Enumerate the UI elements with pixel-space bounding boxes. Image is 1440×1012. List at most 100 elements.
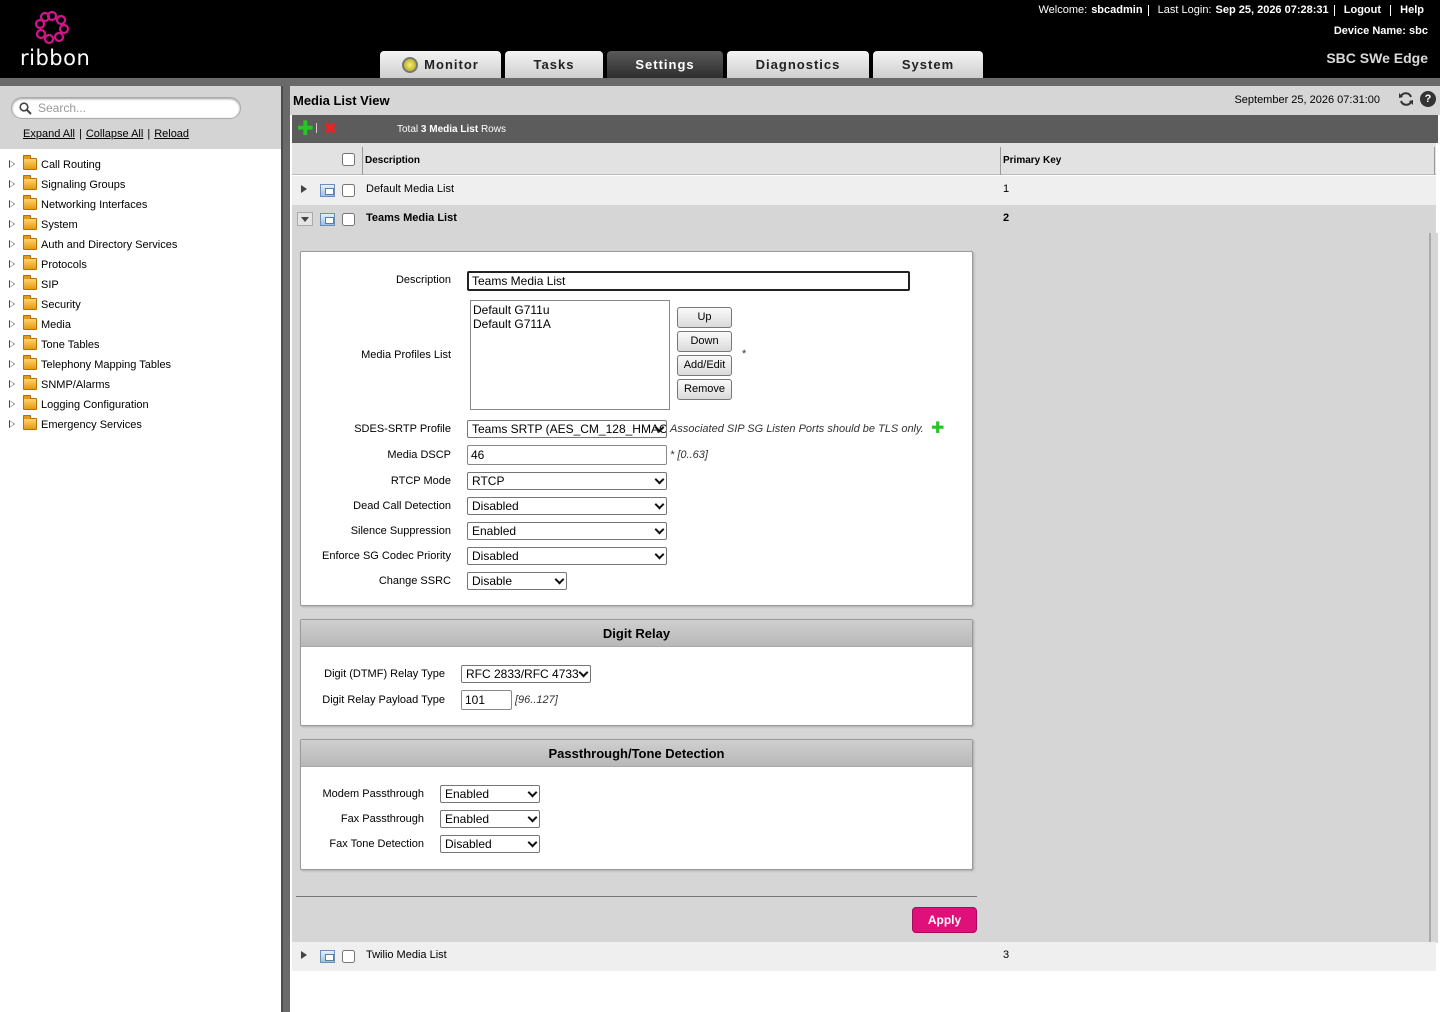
edit-row-icon[interactable] xyxy=(320,950,335,963)
change-ssrc-select[interactable]: Disable xyxy=(467,572,567,590)
edit-row-icon[interactable] xyxy=(320,184,335,197)
dead-call-detection-label: Dead Call Detection xyxy=(353,500,451,512)
expand-arrow-icon[interactable] xyxy=(9,160,15,168)
expand-arrow-icon[interactable] xyxy=(9,200,15,208)
fax-passthrough-select[interactable]: Enabled xyxy=(440,810,540,828)
logo-text: ribbon xyxy=(20,46,91,70)
expand-arrow-icon[interactable] xyxy=(9,260,15,268)
help-link[interactable]: Help xyxy=(1396,4,1428,16)
sidebar-item-label: System xyxy=(41,219,78,231)
folder-icon xyxy=(23,255,37,270)
sidebar-item-system[interactable]: System xyxy=(0,215,281,235)
expand-arrow-icon[interactable] xyxy=(9,180,15,188)
collapse-row-icon[interactable] xyxy=(297,212,313,226)
relay-payload-type-hint: [96..127] xyxy=(515,694,558,706)
sidebar-item-media[interactable]: Media xyxy=(0,315,281,335)
digit-relay-panel: Digit Relay Digit (DTMF) Relay Type RFC … xyxy=(300,619,973,726)
row-checkbox[interactable] xyxy=(342,950,355,963)
delete-row-icon[interactable]: ✖ xyxy=(323,119,337,139)
sidebar-item-label: Auth and Directory Services xyxy=(41,239,178,251)
up-button[interactable]: Up xyxy=(677,307,732,328)
expand-arrow-icon[interactable] xyxy=(9,320,15,328)
down-button[interactable]: Down xyxy=(677,331,732,352)
tab-monitor[interactable]: Monitor xyxy=(380,51,501,78)
sidebar-item-networking-interfaces[interactable]: Networking Interfaces xyxy=(0,195,281,215)
list-item[interactable]: Default G711u xyxy=(473,303,667,317)
row-checkbox[interactable] xyxy=(342,213,355,226)
edit-row-icon[interactable] xyxy=(320,213,335,226)
row-checkbox[interactable] xyxy=(342,184,355,197)
sidebar-item-snmp-alarms[interactable]: SNMP/Alarms xyxy=(0,375,281,395)
table-row[interactable]: Teams Media List 2 xyxy=(292,205,1436,234)
tab-tasks[interactable]: Tasks xyxy=(505,51,603,78)
expand-arrow-icon[interactable] xyxy=(9,340,15,348)
sidebar-item-signaling-groups[interactable]: Signaling Groups xyxy=(0,175,281,195)
expand-arrow-icon[interactable] xyxy=(9,360,15,368)
table-row[interactable]: Twilio Media List 3 xyxy=(292,942,1436,971)
collapse-all-link[interactable]: Collapse All xyxy=(86,128,143,140)
search-box[interactable] xyxy=(11,97,241,119)
description-input[interactable] xyxy=(467,271,910,291)
logout-link[interactable]: Logout xyxy=(1340,4,1385,16)
rtcp-mode-select[interactable]: RTCP xyxy=(467,472,667,490)
relay-payload-type-input[interactable] xyxy=(461,690,512,710)
column-header-primary-key[interactable]: Primary Key xyxy=(1003,155,1061,166)
add-row-icon[interactable]: ✚ xyxy=(297,119,314,139)
sidebar-item-tone-tables[interactable]: Tone Tables xyxy=(0,335,281,355)
add-sdes-profile-icon[interactable]: ✚ xyxy=(931,421,944,437)
column-separator xyxy=(1000,147,1001,175)
silence-suppression-select[interactable]: Enabled xyxy=(467,522,667,540)
passthrough-panel: Passthrough/Tone Detection Modem Passthr… xyxy=(300,739,973,870)
reload-link[interactable]: Reload xyxy=(154,128,189,140)
dead-call-detection-select[interactable]: Disabled xyxy=(467,497,667,515)
expand-arrow-icon[interactable] xyxy=(9,240,15,248)
change-ssrc-value: Disable xyxy=(472,574,513,588)
sdes-srtp-value: Teams SRTP (AES_CM_128_HMAC_SHA1_80) xyxy=(472,422,666,436)
folder-icon xyxy=(23,395,37,410)
sidebar-splitter[interactable] xyxy=(281,86,290,1012)
select-all-checkbox[interactable] xyxy=(342,153,355,166)
refresh-icon[interactable] xyxy=(1398,91,1414,107)
expand-arrow-icon[interactable] xyxy=(9,300,15,308)
column-header-description[interactable]: Description xyxy=(365,155,420,166)
expand-arrow-icon[interactable] xyxy=(9,400,15,408)
expand-arrow-icon[interactable] xyxy=(9,380,15,388)
modem-passthrough-select[interactable]: Enabled xyxy=(440,785,540,803)
rtcp-mode-value: RTCP xyxy=(472,474,505,488)
sidebar-item-label: Security xyxy=(41,299,81,311)
row-primary-key: 2 xyxy=(1003,212,1010,224)
apply-button[interactable]: Apply xyxy=(912,907,977,933)
remove-button[interactable]: Remove xyxy=(677,379,732,400)
tab-system[interactable]: System xyxy=(873,51,983,78)
expand-all-link[interactable]: Expand All xyxy=(23,128,75,140)
sidebar-item-auth-and-directory-services[interactable]: Auth and Directory Services xyxy=(0,235,281,255)
dtmf-relay-type-select[interactable]: RFC 2833/RFC 4733 xyxy=(461,665,591,683)
folder-icon xyxy=(23,175,37,190)
media-profiles-listbox[interactable]: Default G711u Default G711A xyxy=(470,300,670,410)
expand-row-icon[interactable] xyxy=(301,185,307,193)
folder-icon xyxy=(23,335,37,350)
expand-arrow-icon[interactable] xyxy=(9,280,15,288)
tab-settings[interactable]: Settings xyxy=(607,51,723,78)
sdes-srtp-select[interactable]: Teams SRTP (AES_CM_128_HMAC_SHA1_80) xyxy=(467,420,667,438)
enforce-codec-priority-select[interactable]: Disabled xyxy=(467,547,667,565)
sidebar-item-protocols[interactable]: Protocols xyxy=(0,255,281,275)
fax-passthrough-label: Fax Passthrough xyxy=(340,813,424,825)
expand-arrow-icon[interactable] xyxy=(9,220,15,228)
expand-row-icon[interactable] xyxy=(301,951,307,959)
sidebar-item-sip[interactable]: SIP xyxy=(0,275,281,295)
expand-arrow-icon[interactable] xyxy=(9,420,15,428)
search-input[interactable] xyxy=(36,100,236,116)
fax-tone-detection-select[interactable]: Disabled xyxy=(440,835,540,853)
sidebar-item-telephony-mapping-tables[interactable]: Telephony Mapping Tables xyxy=(0,355,281,375)
media-dscp-input[interactable] xyxy=(467,445,667,465)
tab-diagnostics[interactable]: Diagnostics xyxy=(727,51,869,78)
sidebar-item-call-routing[interactable]: Call Routing xyxy=(0,155,281,175)
help-icon[interactable]: ? xyxy=(1420,91,1436,107)
sidebar-item-emergency-services[interactable]: Emergency Services xyxy=(0,415,281,435)
table-row[interactable]: Default Media List 1 xyxy=(292,176,1436,205)
sidebar-item-security[interactable]: Security xyxy=(0,295,281,315)
list-item[interactable]: Default G711A xyxy=(473,317,667,331)
sidebar-item-logging-configuration[interactable]: Logging Configuration xyxy=(0,395,281,415)
add-edit-button[interactable]: Add/Edit xyxy=(677,355,732,376)
